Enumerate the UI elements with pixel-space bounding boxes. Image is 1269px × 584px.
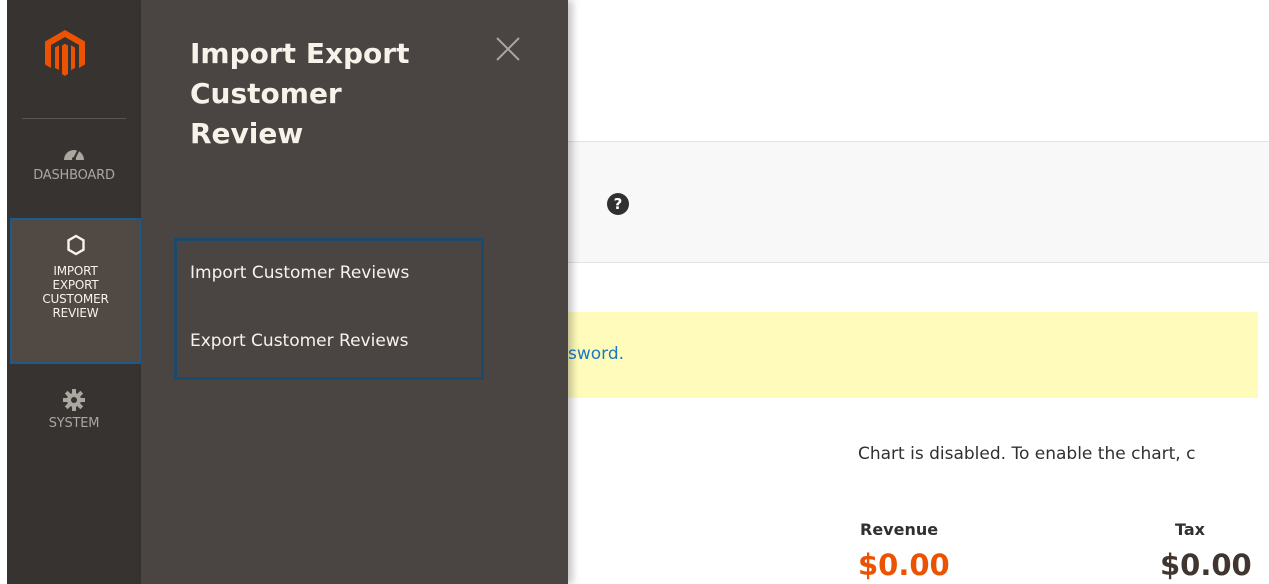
flyout-title: Import Export Customer Review (190, 37, 410, 150)
submenu-item-export-customer-reviews[interactable]: Export Customer Reviews (190, 331, 409, 351)
submenu-list: Import Customer Reviews Export Customer … (174, 238, 484, 380)
admin-sidebar: DASHBOARD IMPORT EXPORT CUSTOMER REVIEW … (7, 0, 141, 584)
submenu-flyout: Import Export Customer Review Import Cus… (141, 0, 568, 584)
notice-link[interactable]: sword. (568, 344, 624, 364)
hexagon-icon (66, 234, 85, 256)
sidebar-item-import-export-customer-review[interactable]: IMPORT EXPORT CUSTOMER REVIEW (10, 218, 141, 364)
tax-label: Tax (1175, 520, 1205, 539)
gear-icon (63, 389, 85, 411)
svg-text:?: ? (614, 195, 623, 213)
sidebar-item-label: IMPORT EXPORT CUSTOMER REVIEW (42, 264, 109, 320)
system-message-notice: sword. (568, 312, 1258, 398)
magento-logo-icon[interactable] (45, 30, 85, 76)
tax-value: $0.00 (1160, 548, 1252, 582)
revenue-value: $0.00 (858, 548, 950, 582)
submenu-item-import-customer-reviews[interactable]: Import Customer Reviews (190, 263, 409, 283)
chart-disabled-message: Chart is disabled. To enable the chart, … (858, 444, 1196, 464)
sidebar-item-label: DASHBOARD (33, 168, 115, 183)
page-header-band: ? (568, 141, 1269, 263)
sidebar-item-system[interactable]: SYSTEM (7, 388, 141, 431)
sidebar-item-dashboard[interactable]: DASHBOARD (7, 140, 141, 183)
sidebar-item-label: SYSTEM (48, 416, 100, 431)
revenue-label: Revenue (860, 520, 939, 539)
dashboard-gauge-icon (64, 148, 84, 161)
logo-divider (22, 118, 126, 119)
question-circle-icon[interactable]: ? (606, 192, 630, 216)
close-icon[interactable] (494, 35, 522, 63)
